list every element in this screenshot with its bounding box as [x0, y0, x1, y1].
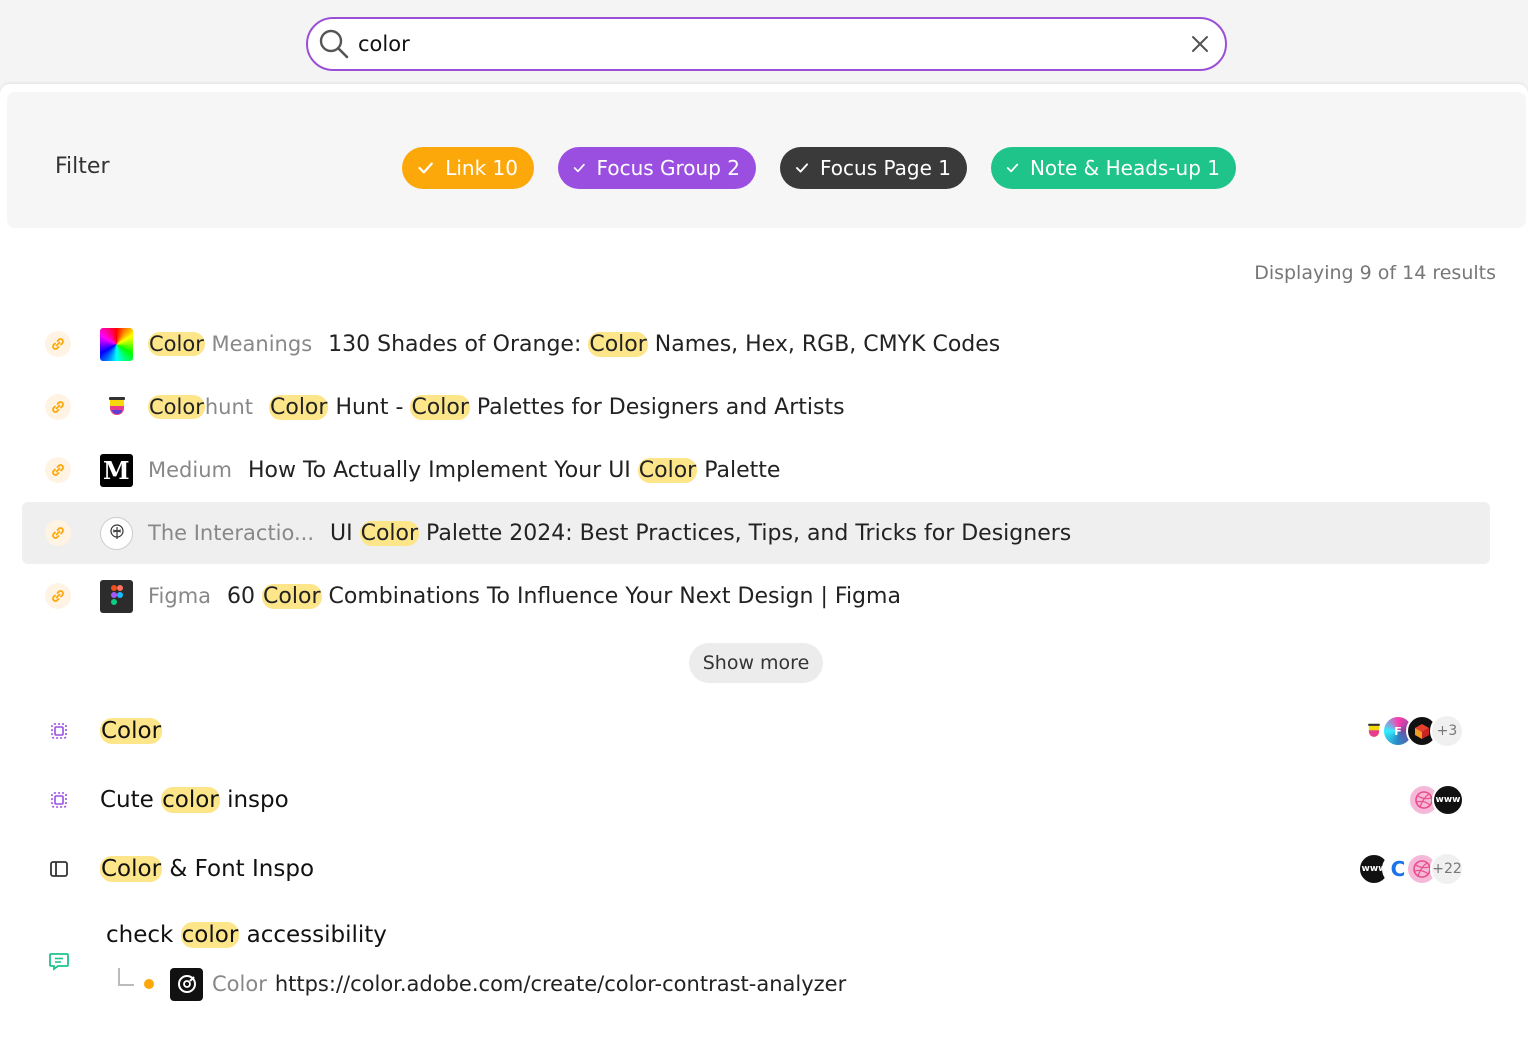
site-name: Colorhunt	[148, 394, 253, 419]
status-dot	[144, 979, 154, 989]
check-icon	[795, 163, 809, 173]
site-name: Color Meanings	[148, 331, 313, 356]
results-count: Displaying 9 of 14 results	[1254, 262, 1496, 284]
focus-page-icon	[50, 861, 68, 877]
filter-chip-label: Link 10	[445, 156, 518, 180]
focus-group-icon	[51, 723, 67, 739]
tree-connector	[118, 968, 134, 986]
more-count: +22	[1430, 852, 1464, 886]
link-result-row[interactable]: The Interactio... UI Color Palette 2024:…	[22, 502, 1490, 564]
check-icon	[418, 162, 433, 174]
focus-group-title: Color	[100, 718, 163, 744]
adobe-color-icon	[170, 967, 203, 1001]
focus-group-row[interactable]: Cute color inspo www	[22, 769, 1490, 831]
filter-chip-note[interactable]: Note & Heads-up 1	[991, 147, 1236, 189]
link-title: How To Actually Implement Your UI Color …	[247, 457, 781, 483]
link-icon	[45, 520, 71, 546]
medium-icon: M	[100, 453, 133, 487]
check-icon	[1006, 163, 1019, 173]
filter-chip-link[interactable]: Link 10	[402, 147, 534, 189]
link-icon	[45, 457, 71, 483]
filter-chip-focus-group[interactable]: Focus Group 2	[558, 147, 756, 189]
filter-chip-label: Focus Page 1	[820, 156, 951, 180]
filter-chip-label: Note & Heads-up 1	[1029, 156, 1220, 180]
focus-group-row[interactable]: Color F +3	[22, 700, 1490, 762]
colorhunt-icon	[100, 390, 133, 424]
link-result-row[interactable]: Figma 60 Color Combinations To Influence…	[22, 565, 1490, 627]
avatar-stack: F +3	[1358, 714, 1464, 748]
link-title: Color Hunt - Color Palettes for Designer…	[269, 394, 845, 420]
link-title: UI Color Palette 2024: Best Practices, T…	[330, 520, 1072, 546]
link-icon	[45, 331, 71, 357]
filter-chip-label: Focus Group 2	[596, 156, 740, 180]
link-title: 60 Color Combinations To Influence Your …	[227, 583, 901, 609]
focus-group-title: Cute color inspo	[100, 787, 289, 813]
note-title[interactable]: check color accessibility	[106, 922, 387, 948]
check-icon	[573, 163, 585, 173]
site-name: Medium	[148, 457, 232, 482]
www-avatar: www	[1432, 784, 1464, 816]
site-name: Figma	[148, 583, 212, 608]
filter-chip-focus-page[interactable]: Focus Page 1	[780, 147, 967, 189]
close-icon[interactable]	[1189, 33, 1211, 55]
focus-group-icon	[51, 792, 67, 808]
figma-icon	[100, 579, 133, 613]
note-link-url: https://color.adobe.com/create/color-con…	[274, 972, 847, 996]
filter-bar: Filter Link 10 Focus Group 2 Focus Page …	[7, 92, 1526, 228]
focus-page-row[interactable]: Color & Font Inspo www C +22	[22, 838, 1490, 900]
link-title: 130 Shades of Orange: Color Names, Hex, …	[328, 331, 1001, 357]
more-count: +3	[1430, 714, 1464, 748]
link-icon	[45, 583, 71, 609]
search-icon	[319, 29, 349, 59]
show-more-button[interactable]: Show more	[689, 643, 823, 683]
top-bar	[0, 0, 1528, 86]
link-result-row[interactable]: Colorhunt Color Hunt - Color Palettes fo…	[22, 376, 1490, 438]
color-wheel-icon	[100, 327, 133, 361]
link-icon	[45, 394, 71, 420]
ixdf-icon	[100, 516, 133, 550]
focus-page-title: Color & Font Inspo	[100, 856, 315, 882]
link-result-row[interactable]: M Medium How To Actually Implement Your …	[22, 439, 1490, 501]
avatar-stack: www	[1408, 784, 1464, 816]
note-link-site: Color	[212, 972, 267, 996]
site-name: The Interactio...	[148, 520, 315, 545]
results-panel: Filter Link 10 Focus Group 2 Focus Page …	[0, 84, 1528, 1042]
note-link[interactable]: Color https://color.adobe.com/create/col…	[118, 967, 846, 1001]
search-input[interactable]	[358, 29, 1178, 59]
filter-label: Filter	[55, 154, 110, 179]
avatar-stack: www C +22	[1358, 852, 1464, 886]
link-result-row[interactable]: Color Meanings 130 Shades of Orange: Col…	[22, 313, 1490, 375]
note-icon	[49, 953, 69, 971]
search-box[interactable]	[306, 17, 1227, 71]
